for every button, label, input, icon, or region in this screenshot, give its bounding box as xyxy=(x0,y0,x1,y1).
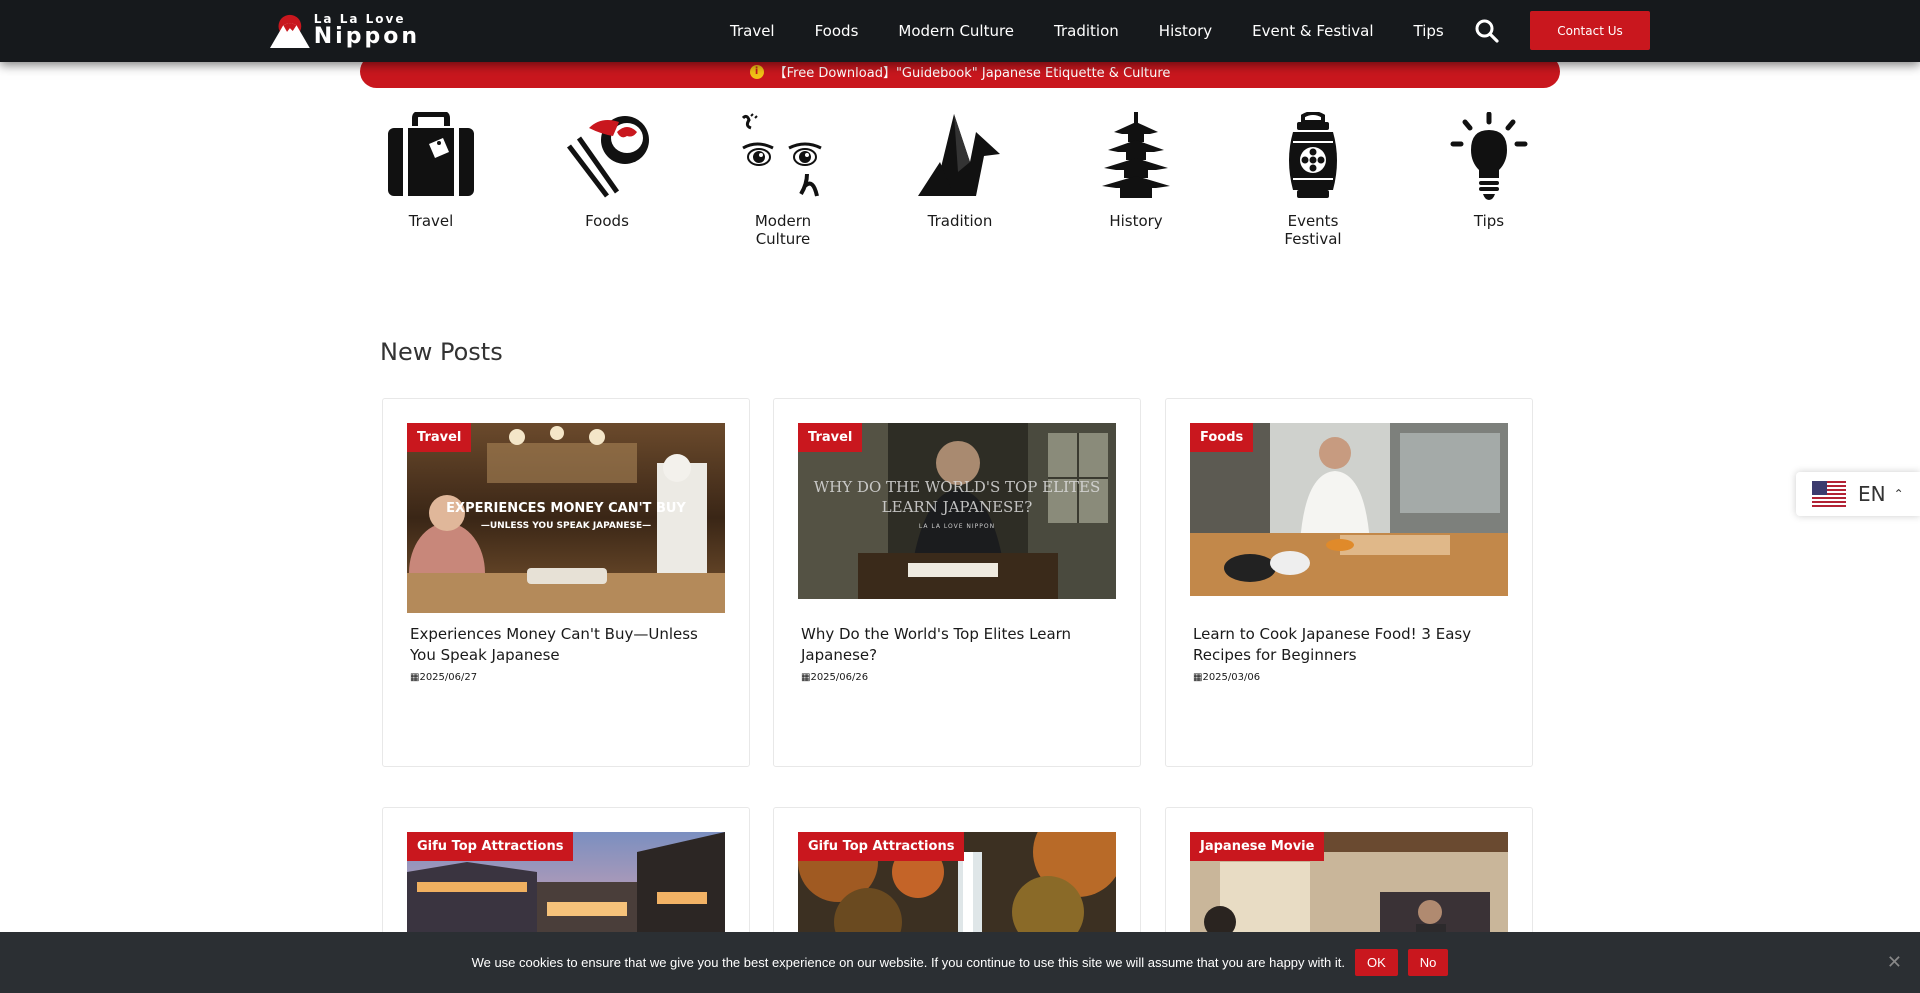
category-travel[interactable]: Travel xyxy=(376,112,486,230)
post-card[interactable]: Foods Learn to Cook Japanese Food! 3 Eas… xyxy=(1165,398,1533,767)
post-date: ▦2025/06/26 xyxy=(801,672,868,683)
search-icon[interactable] xyxy=(1474,18,1500,44)
post-thumbnail[interactable]: WHY DO THE WORLD'S TOP ELITES LEARN JAPA… xyxy=(798,423,1116,599)
category-label: Tips xyxy=(1473,212,1505,230)
category-modern-culture[interactable]: Modern Culture xyxy=(728,112,838,248)
category-label: Events Festival xyxy=(1258,212,1368,248)
post-category-tag[interactable]: Travel xyxy=(798,423,863,452)
post-category-tag[interactable]: Travel xyxy=(407,423,472,452)
lantern-icon xyxy=(1289,112,1337,198)
logo-text: La La Love Nippon xyxy=(314,13,420,48)
site-logo[interactable]: La La Love Nippon xyxy=(270,10,420,50)
anime-eyes-icon xyxy=(741,113,822,197)
category-history[interactable]: History xyxy=(1081,112,1191,230)
info-icon: i xyxy=(749,64,764,79)
new-posts-heading: New Posts xyxy=(380,338,503,366)
chevron-up-icon: ⌃ xyxy=(1893,487,1904,501)
nav-travel[interactable]: Travel xyxy=(730,22,775,40)
cookie-message: We use cookies to ensure that we give yo… xyxy=(471,955,1345,970)
lightbulb-icon xyxy=(1450,112,1528,200)
post-image-overlay-subtitle: —UNLESS YOU SPEAK JAPANESE— xyxy=(480,521,652,531)
post-title[interactable]: Experiences Money Can't Buy—Unless You S… xyxy=(410,624,728,666)
logo-small-text: La La Love xyxy=(313,11,406,26)
post-image-overlay-title: EXPERIENCES MONEY CAN'T BUY xyxy=(446,501,686,516)
paper-crane-icon xyxy=(918,114,1000,196)
post-image-overlay-subtitle: LA LA LOVE NIPPON xyxy=(918,523,996,530)
category-icons: Travel Foods Modern Culture Tradition Hi… xyxy=(376,112,1544,272)
category-label-line2: Festival xyxy=(1284,230,1342,248)
us-flag-icon xyxy=(1812,481,1846,507)
mount-fuji-logo-icon xyxy=(270,14,310,48)
category-foods[interactable]: Foods xyxy=(552,112,662,230)
category-events-festival[interactable]: Events Festival xyxy=(1258,112,1368,248)
nav-tradition[interactable]: Tradition xyxy=(1054,22,1119,40)
post-thumbnail[interactable]: EXPERIENCES MONEY CAN'T BUY —UNLESS YOU … xyxy=(407,423,725,613)
category-label: Foods xyxy=(585,212,629,230)
post-thumbnail[interactable]: Foods xyxy=(1190,423,1508,596)
post-category-tag[interactable]: Gifu Top Attractions xyxy=(407,832,574,861)
contact-button[interactable]: Contact Us xyxy=(1530,11,1650,50)
post-category-tag[interactable]: Gifu Top Attractions xyxy=(798,832,965,861)
post-image-overlay-title: WHY DO THE WORLD'S TOP ELITES LEARN JAPA… xyxy=(813,478,1101,516)
cookie-no-button[interactable]: No xyxy=(1407,949,1449,976)
category-tradition[interactable]: Tradition xyxy=(905,112,1015,230)
category-tips[interactable]: Tips xyxy=(1434,112,1544,230)
nav-history[interactable]: History xyxy=(1159,22,1212,40)
category-label: Tradition xyxy=(927,212,993,230)
page: La La Love Nippon Travel Foods Modern Cu… xyxy=(0,0,1920,993)
post-category-tag[interactable]: Japanese Movie xyxy=(1190,832,1325,861)
post-card[interactable]: EXPERIENCES MONEY CAN'T BUY —UNLESS YOU … xyxy=(382,398,750,767)
post-category-tag[interactable]: Foods xyxy=(1190,423,1254,452)
post-date-text: 2025/03/06 xyxy=(1202,672,1261,683)
language-code: EN xyxy=(1858,482,1886,506)
site-header: La La Love Nippon Travel Foods Modern Cu… xyxy=(0,0,1920,62)
close-icon[interactable]: ✕ xyxy=(1887,952,1902,973)
post-card[interactable]: WHY DO THE WORLD'S TOP ELITES LEARN JAPA… xyxy=(773,398,1141,767)
sushi-chopsticks-icon xyxy=(567,116,649,198)
language-switcher[interactable]: EN ⌃ xyxy=(1796,472,1920,516)
nav-event-festival[interactable]: Event & Festival xyxy=(1252,22,1373,40)
nav-foods[interactable]: Foods xyxy=(815,22,859,40)
nav-modern-culture[interactable]: Modern Culture xyxy=(898,22,1014,40)
category-label: Travel xyxy=(408,212,454,230)
main-nav: Travel Foods Modern Culture Tradition Hi… xyxy=(730,0,1444,62)
pagoda-icon xyxy=(1102,112,1170,198)
post-date: ▦2025/03/06 xyxy=(1193,672,1260,683)
category-label-line1: Events xyxy=(1287,212,1339,230)
logo-big-text: Nippon xyxy=(313,23,420,49)
post-date-text: 2025/06/27 xyxy=(419,672,478,683)
cookie-ok-button[interactable]: OK xyxy=(1354,949,1398,976)
post-title[interactable]: Learn to Cook Japanese Food! 3 Easy Reci… xyxy=(1193,624,1511,666)
nav-tips[interactable]: Tips xyxy=(1414,22,1444,40)
post-title[interactable]: Why Do the World's Top Elites Learn Japa… xyxy=(801,624,1119,666)
banner-text: 【Free Download】"Guidebook" Japanese Etiq… xyxy=(773,66,1171,81)
post-date: ▦2025/06/27 xyxy=(410,672,477,683)
cookie-notice: We use cookies to ensure that we give yo… xyxy=(0,932,1920,993)
category-label: Modern Culture xyxy=(754,212,812,248)
post-date-text: 2025/06/26 xyxy=(810,672,869,683)
category-label: History xyxy=(1109,212,1163,230)
suitcase-icon xyxy=(388,112,474,196)
